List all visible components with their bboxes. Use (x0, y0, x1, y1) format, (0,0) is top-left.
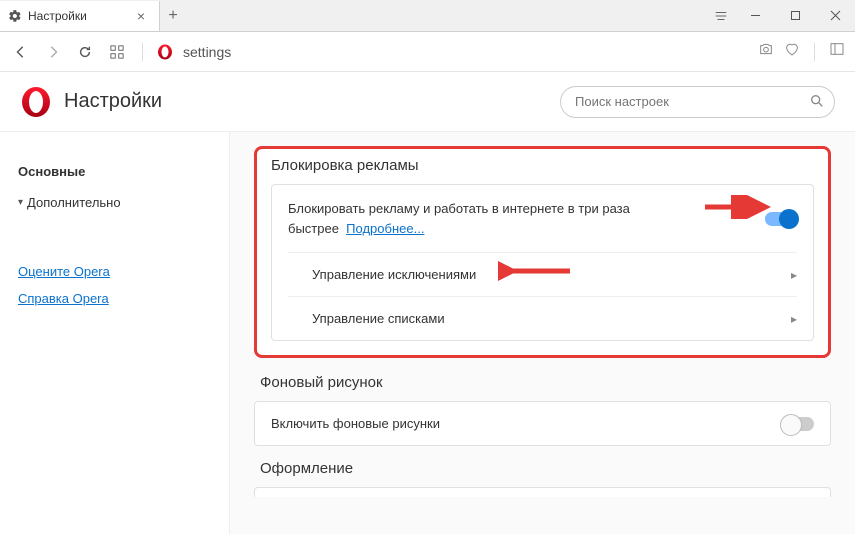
main-content: Блокировка рекламы Блокировать рекламу и… (230, 132, 855, 534)
sidebar-link-rate[interactable]: Оцените Opera (18, 258, 211, 285)
adblock-heading: Блокировка рекламы (271, 157, 814, 174)
adblock-exceptions-label: Управление исключениями (312, 267, 476, 282)
wallpaper-section: Фоновый рисунок Включить фоновые рисунки (254, 374, 831, 446)
chevron-right-icon: ▸ (791, 312, 797, 326)
page-header: Настройки (0, 72, 855, 132)
separator (142, 43, 143, 61)
adblock-toggle-row: Блокировать рекламу и работать в интерне… (272, 185, 813, 252)
sidebar-item-advanced[interactable]: Дополнительно (18, 187, 211, 218)
browser-tab[interactable]: Настройки × (0, 1, 160, 31)
reload-button[interactable] (74, 41, 96, 63)
page-title: Настройки (64, 90, 560, 113)
titlebar: Настройки × + (0, 0, 855, 32)
tab-close-icon[interactable]: × (133, 8, 149, 24)
opera-icon (157, 44, 173, 60)
search-icon (809, 93, 825, 114)
sidebar-item-basic[interactable]: Основные (18, 156, 211, 187)
easy-setup-icon[interactable] (707, 0, 735, 32)
sidebar: Основные Дополнительно Оцените Opera Спр… (0, 132, 230, 534)
back-button[interactable] (10, 41, 32, 63)
adblock-desc-text: Блокировать рекламу и работать в интерне… (288, 201, 630, 236)
adblock-learn-more-link[interactable]: Подробнее... (346, 221, 424, 236)
settings-search[interactable] (560, 86, 835, 118)
adblock-toggle[interactable] (765, 212, 797, 226)
appearance-heading: Оформление (260, 460, 831, 477)
adblock-lists-label: Управление списками (312, 311, 445, 326)
gear-icon (8, 9, 22, 23)
address-bar: settings (0, 32, 855, 72)
speed-dial-button[interactable] (106, 41, 128, 63)
adblock-lists-row[interactable]: Управление списками ▸ (288, 296, 797, 340)
adblock-section-highlight: Блокировка рекламы Блокировать рекламу и… (254, 146, 831, 358)
adblock-description: Блокировать рекламу и работать в интерне… (288, 199, 668, 238)
snapshot-icon[interactable] (758, 41, 774, 62)
wallpaper-toggle-row: Включить фоновые рисунки (255, 402, 830, 445)
minimize-button[interactable] (735, 0, 775, 32)
wallpaper-heading: Фоновый рисунок (260, 374, 831, 391)
adblock-card: Блокировать рекламу и работать в интерне… (271, 184, 814, 341)
tab-title: Настройки (28, 9, 87, 23)
wallpaper-toggle[interactable] (782, 417, 814, 431)
new-tab-button[interactable]: + (160, 7, 186, 25)
sidebar-toggle-icon[interactable] (829, 41, 845, 62)
wallpaper-row-label: Включить фоновые рисунки (271, 416, 440, 431)
window-controls (707, 0, 855, 32)
sidebar-link-help[interactable]: Справка Opera (18, 285, 211, 312)
annotation-arrow-icon (703, 195, 771, 219)
close-window-button[interactable] (815, 0, 855, 32)
appearance-section: Оформление (254, 460, 831, 497)
forward-button[interactable] (42, 41, 64, 63)
maximize-button[interactable] (775, 0, 815, 32)
annotation-arrow-icon (498, 259, 578, 283)
separator (814, 43, 815, 61)
opera-logo (20, 86, 52, 118)
sidebar-item-label: Дополнительно (27, 195, 121, 210)
settings-search-input[interactable] (560, 86, 835, 118)
address-input[interactable]: settings (183, 44, 748, 60)
heart-icon[interactable] (784, 41, 800, 62)
chevron-right-icon: ▸ (791, 268, 797, 282)
adblock-exceptions-row[interactable]: Управление исключениями ▸ (288, 252, 797, 296)
